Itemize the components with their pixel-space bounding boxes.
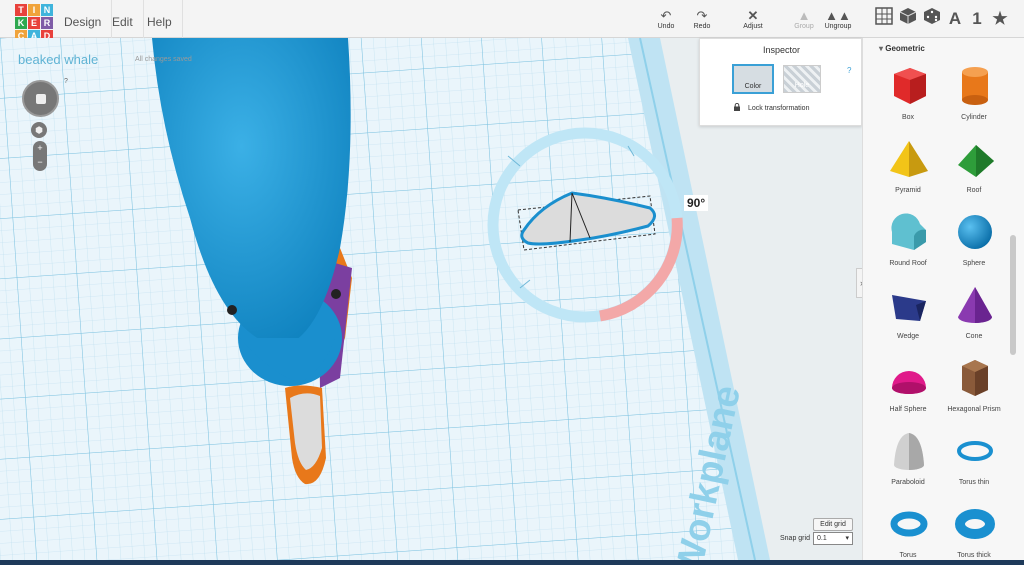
sidebar-scrollbar[interactable] [1010,235,1016,355]
pyramid-icon [890,141,928,177]
category-geometric[interactable]: Geometric [879,44,925,53]
shape-hexagonal-prism[interactable]: Hexagonal Prism [939,356,1009,426]
snap-grid-select[interactable]: 0.1 [813,532,853,545]
text-icon[interactable]: A [944,7,966,31]
wedge-icon [892,295,926,321]
torus-thick-icon [955,509,995,539]
star-icon[interactable]: ★ [989,7,1011,31]
inspector-help-icon[interactable]: ? [847,66,851,75]
shape-label: Sphere [962,260,986,267]
undo-icon: ↶ [660,8,672,23]
shape-torus-thin[interactable]: Torus thin [939,429,1009,499]
cone-icon [958,287,992,323]
number-icon[interactable]: 1 [966,7,988,31]
adjust-label: Adjust [743,23,763,30]
shape-label: Hexagonal Prism [947,406,1001,413]
snap-grid-label: Snap grid [780,535,810,542]
cube-dots-icon[interactable] [921,7,943,31]
home-view-icon[interactable]: ⬢ [31,122,47,138]
zoom-control[interactable]: + − [33,141,47,171]
view-orbit-control[interactable] [22,80,59,117]
hexagonal-prism-icon [962,360,988,396]
shape-label: Paraboloid [891,479,925,486]
logo-letter: I [28,4,40,16]
ungroup-label: Ungroup [824,23,852,30]
redo-label: Redo [693,23,711,30]
lock-icon[interactable] [733,103,741,111]
cube-icon[interactable] [897,7,919,31]
shape-torus[interactable]: Torus [873,502,943,565]
shape-label: Half Sphere [889,406,927,413]
undo-button[interactable]: ↶ Undo [646,8,686,31]
shape-sphere[interactable]: Sphere [939,210,1009,280]
redo-icon: ↷ [696,8,708,23]
logo-letter: E [28,17,40,29]
logo-letter: N [41,4,53,16]
shape-label: Torus [899,552,917,559]
top-bar: T I N K E R C A D Design Edit Help ↶ Und… [0,0,1024,42]
logo-letter: K [15,17,27,29]
shape-label: Torus thin [958,479,990,486]
shapes-sidebar: Geometric Box Cylinder Pyramid Roof Roun… [862,38,1024,565]
group-label: Group [794,23,814,30]
shape-label: Cone [965,333,983,340]
round-roof-icon [891,213,926,250]
edit-grid-button[interactable]: Edit grid [813,518,853,531]
logo-letter: R [41,17,53,29]
box-icon [894,68,926,104]
color-button[interactable]: Color [732,64,774,94]
tinkercad-app: T I N K E R C A D Design Edit Help ↶ Und… [0,0,1024,565]
torus-icon [890,511,928,537]
half-sphere-icon [892,371,926,394]
shape-roof[interactable]: Roof [939,137,1009,207]
hole-button[interactable]: Hole [783,65,821,93]
shape-half-sphere[interactable]: Half Sphere [873,356,943,426]
shape-label: Roof [966,187,982,194]
logo-letter: T [15,4,27,16]
project-name[interactable]: beaked whale [18,52,98,67]
rotation-angle-label: 90° [684,195,709,211]
grid-view-icon[interactable] [873,7,895,31]
paraboloid-icon [894,433,924,470]
ungroup-button[interactable]: ▲▲ Ungroup [818,8,858,31]
shape-round-roof[interactable]: Round Roof [873,210,943,280]
roof-icon [958,145,994,177]
shape-label: Torus thick [957,552,991,559]
shape-label: Wedge [896,333,920,340]
inspector-panel: Inspector Color Hole ? Lock transformati… [699,38,862,126]
shape-cylinder[interactable]: Cylinder [939,64,1009,134]
redo-button[interactable]: ↷ Redo [682,8,722,31]
shape-cone[interactable]: Cone [939,283,1009,353]
shape-label: Cylinder [961,114,987,121]
os-taskbar [0,560,1024,565]
adjust-icon: ✕ [747,8,759,23]
help-icon[interactable]: ? [64,78,68,85]
lock-transformation-label[interactable]: Lock transformation [748,105,809,112]
inspector-title: Inspector [762,45,801,55]
save-status: All changes saved [135,56,192,63]
cylinder-icon [962,67,988,105]
ungroup-icon: ▲▲ [825,8,851,23]
menu-help[interactable]: Help [137,0,183,38]
sphere-icon [958,215,992,249]
shape-wedge[interactable]: Wedge [873,283,943,353]
undo-label: Undo [657,23,675,30]
shape-torus-thick[interactable]: Torus thick [939,502,1009,565]
shape-label: Round Roof [889,260,927,267]
shape-label: Pyramid [895,187,921,194]
tinkercad-logo[interactable]: T I N K E R C A D [15,4,53,42]
shape-label: Box [901,114,915,121]
torus-thin-icon [957,441,993,461]
shape-paraboloid[interactable]: Paraboloid [873,429,943,499]
shape-pyramid[interactable]: Pyramid [873,137,943,207]
adjust-button[interactable]: ✕ Adjust [733,8,773,31]
shape-box[interactable]: Box [873,64,943,134]
